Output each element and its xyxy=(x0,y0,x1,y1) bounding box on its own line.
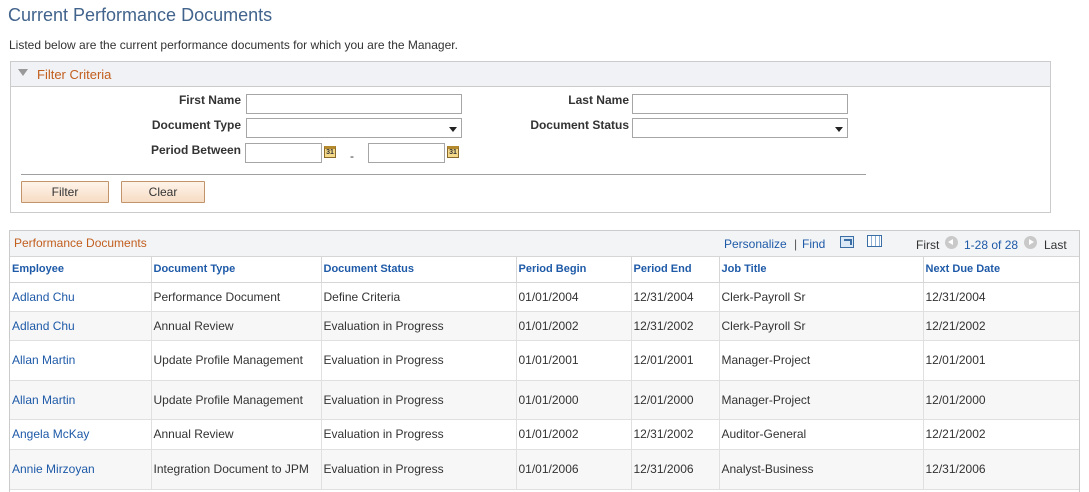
last-name-label: Last Name xyxy=(568,93,629,107)
document-status-label: Document Status xyxy=(530,118,629,132)
first-name-input[interactable] xyxy=(246,94,462,114)
grid-header: Performance Documents Personalize | Find… xyxy=(10,231,1079,257)
row-range-text: 1-28 of 28 xyxy=(964,238,1019,252)
period-end-cell: 12/31/2004 xyxy=(631,282,720,312)
next-due-date-cell: 12/21/2002 xyxy=(923,419,1079,450)
find-link[interactable]: Find xyxy=(802,237,825,251)
document-type-cell: Performance Document xyxy=(151,282,322,312)
document-type-cell: Integration Document to JPM xyxy=(151,449,322,490)
job-title-cell: Manager-Project xyxy=(719,340,924,381)
document-type-select[interactable] xyxy=(246,118,462,138)
last-link[interactable]: Last xyxy=(1044,238,1067,252)
column-header-employee[interactable]: Employee xyxy=(10,257,152,283)
column-header-period-end[interactable]: Period End xyxy=(631,257,720,283)
period-end-cell: 12/31/2006 xyxy=(631,449,720,490)
filter-criteria-panel: Filter Criteria First Name Last Name Doc… xyxy=(10,61,1051,213)
next-due-date-cell: 12/31/2006 xyxy=(923,449,1079,490)
job-title-cell: Analyst-Business xyxy=(719,449,924,490)
employee-link[interactable]: Angela McKay xyxy=(10,419,152,450)
period-separator: - xyxy=(350,149,354,163)
period-begin-cell: 01/01/2006 xyxy=(516,449,632,490)
page-intro-text: Listed below are the current performance… xyxy=(9,38,458,52)
chevron-down-icon xyxy=(835,127,843,132)
job-title-cell: Clerk-Payroll Sr xyxy=(719,282,924,312)
next-arrow-icon[interactable] xyxy=(1024,236,1037,249)
next-due-date-cell: 12/01/2001 xyxy=(923,340,1079,381)
clear-button[interactable]: Clear xyxy=(121,181,205,203)
document-status-cell: Evaluation in Progress xyxy=(321,380,517,420)
document-type-cell: Update Profile Management xyxy=(151,380,322,420)
period-end-cell: 12/31/2002 xyxy=(631,311,720,341)
next-due-date-cell: 12/31/2004 xyxy=(923,282,1079,312)
column-header-document-status[interactable]: Document Status xyxy=(321,257,517,283)
first-link[interactable]: First xyxy=(916,238,939,252)
download-grid-icon[interactable] xyxy=(867,235,882,247)
filter-criteria-header[interactable]: Filter Criteria xyxy=(11,62,1050,87)
period-begin-cell: 01/01/2002 xyxy=(516,311,632,341)
calendar-icon[interactable]: 31 xyxy=(447,146,459,158)
page-title: Current Performance Documents xyxy=(8,5,273,25)
job-title-cell: Auditor-General xyxy=(719,419,924,450)
table-row: Adland Chu Performance Document Define C… xyxy=(10,282,1079,312)
document-status-cell: Define Criteria xyxy=(321,282,517,312)
performance-documents-table: Employee Document Type Document Status P… xyxy=(10,257,1079,490)
document-status-cell: Evaluation in Progress xyxy=(321,419,517,450)
column-header-document-type[interactable]: Document Type xyxy=(151,257,322,283)
column-header-period-begin[interactable]: Period Begin xyxy=(516,257,632,283)
period-end-cell: 12/01/2000 xyxy=(631,380,720,420)
document-status-cell: Evaluation in Progress xyxy=(321,311,517,341)
column-header-job-title[interactable]: Job Title xyxy=(719,257,924,283)
period-from-input[interactable] xyxy=(245,143,322,163)
next-due-date-cell: 12/21/2002 xyxy=(923,311,1079,341)
last-name-input[interactable] xyxy=(632,94,848,114)
next-due-date-cell: 12/01/2000 xyxy=(923,380,1079,420)
zoom-icon[interactable] xyxy=(840,236,854,248)
period-to-input[interactable] xyxy=(368,143,445,163)
document-status-cell: Evaluation in Progress xyxy=(321,449,517,490)
period-begin-cell: 01/01/2004 xyxy=(516,282,632,312)
document-type-cell: Annual Review xyxy=(151,419,322,450)
period-end-cell: 12/31/2002 xyxy=(631,419,720,450)
employee-link[interactable]: Adland Chu xyxy=(10,311,152,341)
period-end-cell: 12/01/2001 xyxy=(631,340,720,381)
period-begin-cell: 01/01/2001 xyxy=(516,340,632,381)
employee-link[interactable]: Annie Mirzoyan xyxy=(10,449,152,490)
calendar-icon[interactable]: 31 xyxy=(324,146,336,158)
employee-link[interactable]: Allan Martin xyxy=(10,380,152,420)
grid-title: Performance Documents xyxy=(14,236,147,250)
first-name-label: First Name xyxy=(178,93,241,107)
table-row: Annie Mirzoyan Integration Document to J… xyxy=(10,449,1079,490)
document-type-label: Document Type xyxy=(151,118,241,132)
table-row: Angela McKay Annual Review Evaluation in… xyxy=(10,419,1079,450)
filter-criteria-title[interactable]: Filter Criteria xyxy=(37,67,111,82)
employee-link[interactable]: Allan Martin xyxy=(10,340,152,381)
filter-button[interactable]: Filter xyxy=(21,181,109,203)
document-type-cell: Annual Review xyxy=(151,311,322,341)
document-status-cell: Evaluation in Progress xyxy=(321,340,517,381)
table-row: Allan Martin Update Profile Management E… xyxy=(10,380,1079,420)
table-row: Adland Chu Annual Review Evaluation in P… xyxy=(10,311,1079,341)
table-row: Allan Martin Update Profile Management E… xyxy=(10,340,1079,381)
collapse-triangle-icon[interactable] xyxy=(18,69,28,76)
employee-link[interactable]: Adland Chu xyxy=(10,282,152,312)
filter-divider xyxy=(21,174,866,175)
document-type-cell: Update Profile Management xyxy=(151,340,322,381)
performance-documents-grid: Performance Documents Personalize | Find… xyxy=(9,230,1080,492)
period-begin-cell: 01/01/2000 xyxy=(516,380,632,420)
toolbar-separator: | xyxy=(794,237,798,251)
column-header-next-due-date[interactable]: Next Due Date xyxy=(923,257,1079,283)
previous-arrow-icon[interactable] xyxy=(945,236,958,249)
personalize-link[interactable]: Personalize xyxy=(724,237,787,251)
chevron-down-icon xyxy=(449,127,457,132)
table-header-row: Employee Document Type Document Status P… xyxy=(10,257,1079,283)
document-status-select[interactable] xyxy=(632,118,848,138)
period-between-label: Period Between xyxy=(150,143,241,157)
period-begin-cell: 01/01/2002 xyxy=(516,419,632,450)
job-title-cell: Clerk-Payroll Sr xyxy=(719,311,924,341)
job-title-cell: Manager-Project xyxy=(719,380,924,420)
